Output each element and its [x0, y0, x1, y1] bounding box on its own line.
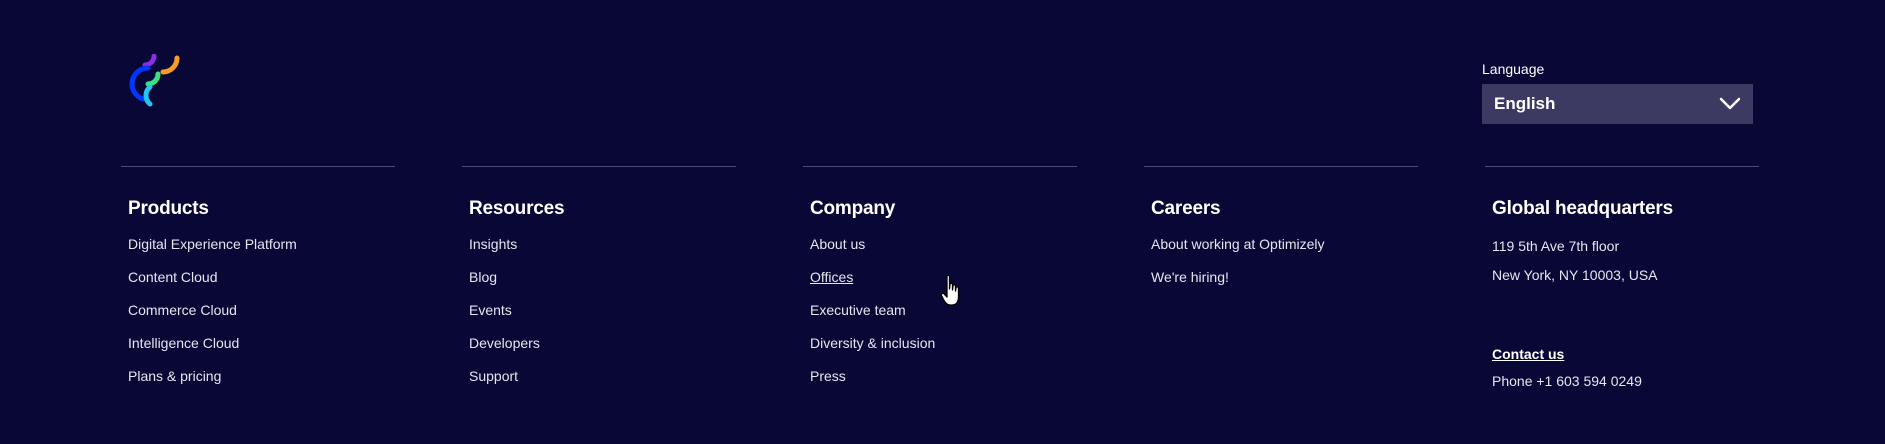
link-blog[interactable]: Blog	[469, 269, 497, 285]
link-about-us[interactable]: About us	[810, 236, 865, 252]
link-developers[interactable]: Developers	[469, 335, 540, 351]
column-title-headquarters: Global headquarters	[1492, 198, 1673, 219]
hand-pointer-cursor-icon	[940, 274, 960, 306]
footer-column-careers: Careers About working at Optimizely We'r…	[1144, 166, 1418, 299]
column-title-products: Products	[128, 198, 209, 219]
link-intelligence-cloud[interactable]: Intelligence Cloud	[128, 335, 239, 351]
column-title-resources: Resources	[469, 198, 565, 219]
hq-address-line-1: 119 5th Ave 7th floor	[1492, 238, 1620, 254]
link-insights[interactable]: Insights	[469, 236, 517, 252]
contact-us-link[interactable]: Contact us	[1492, 344, 1759, 364]
link-press[interactable]: Press	[810, 368, 846, 384]
column-divider	[1485, 166, 1759, 167]
link-about-working[interactable]: About working at Optimizely	[1151, 236, 1325, 252]
link-content-cloud[interactable]: Content Cloud	[128, 269, 218, 285]
link-diversity-inclusion[interactable]: Diversity & inclusion	[810, 335, 935, 351]
language-label: Language	[1482, 61, 1545, 77]
column-divider	[1144, 166, 1418, 167]
link-events[interactable]: Events	[469, 302, 512, 318]
column-divider	[803, 166, 1077, 167]
column-divider	[462, 166, 736, 167]
language-selected-value: English	[1494, 94, 1556, 113]
link-commerce-cloud[interactable]: Commerce Cloud	[128, 302, 237, 318]
language-selector: Language English	[1482, 60, 1753, 124]
link-support[interactable]: Support	[469, 368, 518, 384]
link-we-are-hiring[interactable]: We're hiring!	[1151, 269, 1229, 285]
chevron-down-icon	[1719, 97, 1741, 110]
footer-column-headquarters: Global headquarters 119 5th Ave 7th floo…	[1485, 166, 1759, 392]
optimizely-logo-icon[interactable]	[126, 53, 182, 110]
footer-column-resources: Resources Insights Blog Events Developer…	[462, 166, 736, 398]
language-select[interactable]: English	[1482, 84, 1753, 124]
hq-address-line-2: New York, NY 10003, USA	[1492, 267, 1658, 283]
link-plans-pricing[interactable]: Plans & pricing	[128, 368, 221, 384]
link-digital-experience-platform[interactable]: Digital Experience Platform	[128, 236, 297, 252]
link-offices[interactable]: Offices	[810, 269, 853, 285]
footer-column-products: Products Digital Experience Platform Con…	[121, 166, 395, 398]
column-divider	[121, 166, 395, 167]
hq-phone: Phone +1 603 594 0249	[1492, 373, 1642, 389]
column-title-company: Company	[810, 198, 896, 219]
link-executive-team[interactable]: Executive team	[810, 302, 906, 318]
column-title-careers: Careers	[1151, 198, 1221, 219]
